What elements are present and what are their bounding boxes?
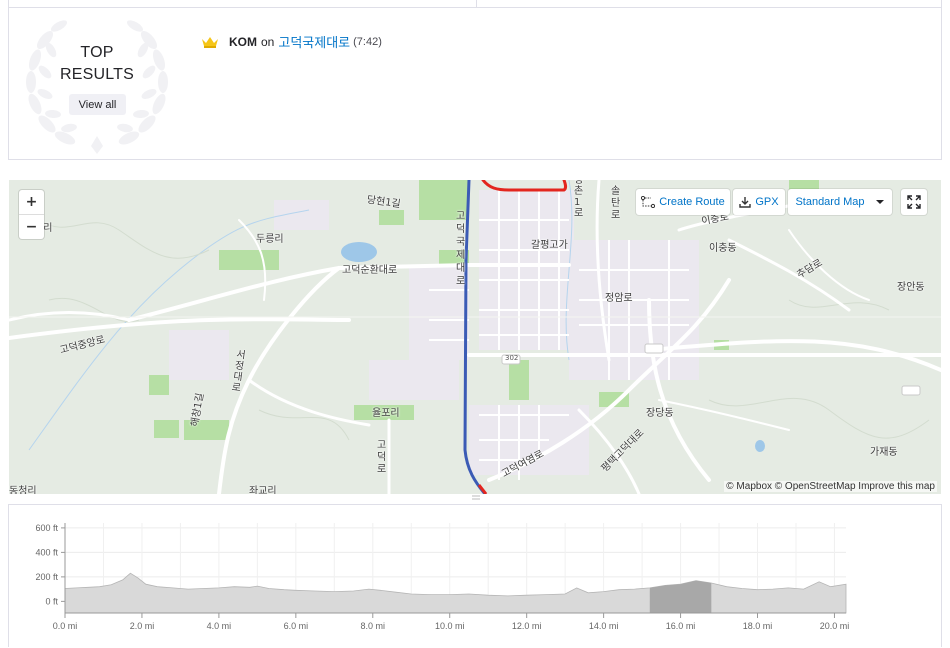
label-jangan: 장안동: [897, 282, 925, 293]
x-tick-label: 12.0 mi: [512, 621, 542, 631]
card-divider: [476, 0, 477, 7]
caret-down-icon: [875, 200, 884, 204]
label-jangdang: 장당동: [646, 408, 674, 419]
map-style-dropdown[interactable]: Standard Map: [788, 189, 892, 215]
map-attribution[interactable]: © Mapbox © OpenStreetMap Improve this ma…: [724, 481, 937, 492]
x-tick-label: 16.0 mi: [666, 621, 696, 631]
fullscreen-icon: [907, 195, 921, 209]
fullscreen-button[interactable]: [901, 189, 927, 215]
x-tick-label: 4.0 mi: [207, 621, 232, 631]
top-results-title-line2: RESULTS: [59, 66, 134, 83]
x-tick-label: 6.0 mi: [284, 621, 309, 631]
y-tick-label: 0 ft: [45, 596, 58, 606]
top-results-card: TOP RESULTS View all KOM on 고덕국제대로 (7:42…: [8, 0, 942, 160]
zoom-control: + −: [19, 190, 44, 239]
label-gajae: 가재동: [870, 447, 898, 458]
crown-icon: [202, 36, 218, 48]
y-tick-label: 400 ft: [35, 547, 58, 557]
x-tick-label: 8.0 mi: [361, 621, 386, 631]
download-icon: [739, 197, 752, 208]
label-jeongam: 정암로: [605, 293, 633, 304]
label-godeokro: 고덕로: [377, 440, 387, 475]
label-godeoksunhwan: 고덕순환대로: [342, 265, 398, 276]
elevation-svg: 600 ft 400 ft 200 ft 0 ft 0.0 mi 2.0 mi 4.0 m…: [35, 523, 850, 631]
zoom-out-button[interactable]: −: [19, 215, 44, 239]
elevation-profile-area: [64, 572, 847, 614]
create-route-icon: [641, 196, 656, 208]
zoom-in-button[interactable]: +: [19, 190, 44, 214]
map-style-label: Standard Map: [795, 196, 865, 208]
label-ichungdong: 이충동: [709, 243, 737, 254]
y-tick-label: 200 ft: [35, 572, 58, 582]
x-tick-label: 18.0 mi: [743, 621, 773, 631]
label-cheongchon: 청촌1로: [574, 180, 584, 219]
kom-on-text: on: [261, 34, 275, 49]
label-soltan: 솔탄로: [611, 186, 621, 221]
label-godeokgukje: 고덕국제대로: [456, 211, 466, 287]
label-route-302: 302: [505, 354, 519, 362]
route-line-red: [481, 180, 568, 192]
map-canvas: [9, 180, 941, 494]
view-all-button[interactable]: View all: [69, 94, 126, 115]
create-route-label: Create Route: [659, 196, 725, 208]
y-tick-label: 600 ft: [35, 523, 58, 533]
route-map[interactable]: 곡리 두릉리 당현1길 고덕국제대로 고덕순환대로 갈평고가 청촌1로 솔탄로 …: [9, 180, 941, 494]
label-yulpori: 율포리: [372, 408, 400, 419]
x-tick-label: 14.0 mi: [589, 621, 619, 631]
urban-areas: [169, 190, 699, 475]
resize-handle-icon[interactable]: [472, 495, 480, 501]
top-results-title-line1: TOP: [80, 44, 114, 61]
top-results-title: TOP RESULTS: [47, 42, 147, 86]
label-galpyeong: 갈평고가: [531, 240, 568, 251]
x-tick-label: 0.0 mi: [53, 621, 78, 631]
gpx-download-button[interactable]: GPX: [733, 189, 785, 215]
x-tick-label: 20.0 mi: [820, 621, 850, 631]
label-dureungri: 두릉리: [256, 234, 284, 245]
elevation-highlight-area: [649, 580, 712, 613]
card-top-line: [9, 7, 941, 8]
kom-time: (7:42): [353, 35, 382, 48]
gpx-label: GPX: [755, 196, 779, 208]
create-route-button[interactable]: Create Route: [636, 189, 730, 215]
label-jwagyo: 좌교리: [249, 486, 277, 494]
label-dongcheong: 동청리: [9, 486, 37, 494]
segment-link[interactable]: 고덕국제대로: [278, 32, 350, 51]
x-tick-label: 2.0 mi: [130, 621, 155, 631]
route-302-badges: [501, 343, 921, 396]
x-tick-label: 10.0 mi: [435, 621, 465, 631]
kom-result-row: KOM on 고덕국제대로 (7:42): [201, 32, 382, 51]
kom-label: KOM: [229, 34, 257, 49]
elevation-chart[interactable]: 600 ft 400 ft 200 ft 0 ft 0.0 mi 2.0 mi 4.0 m…: [8, 504, 942, 647]
